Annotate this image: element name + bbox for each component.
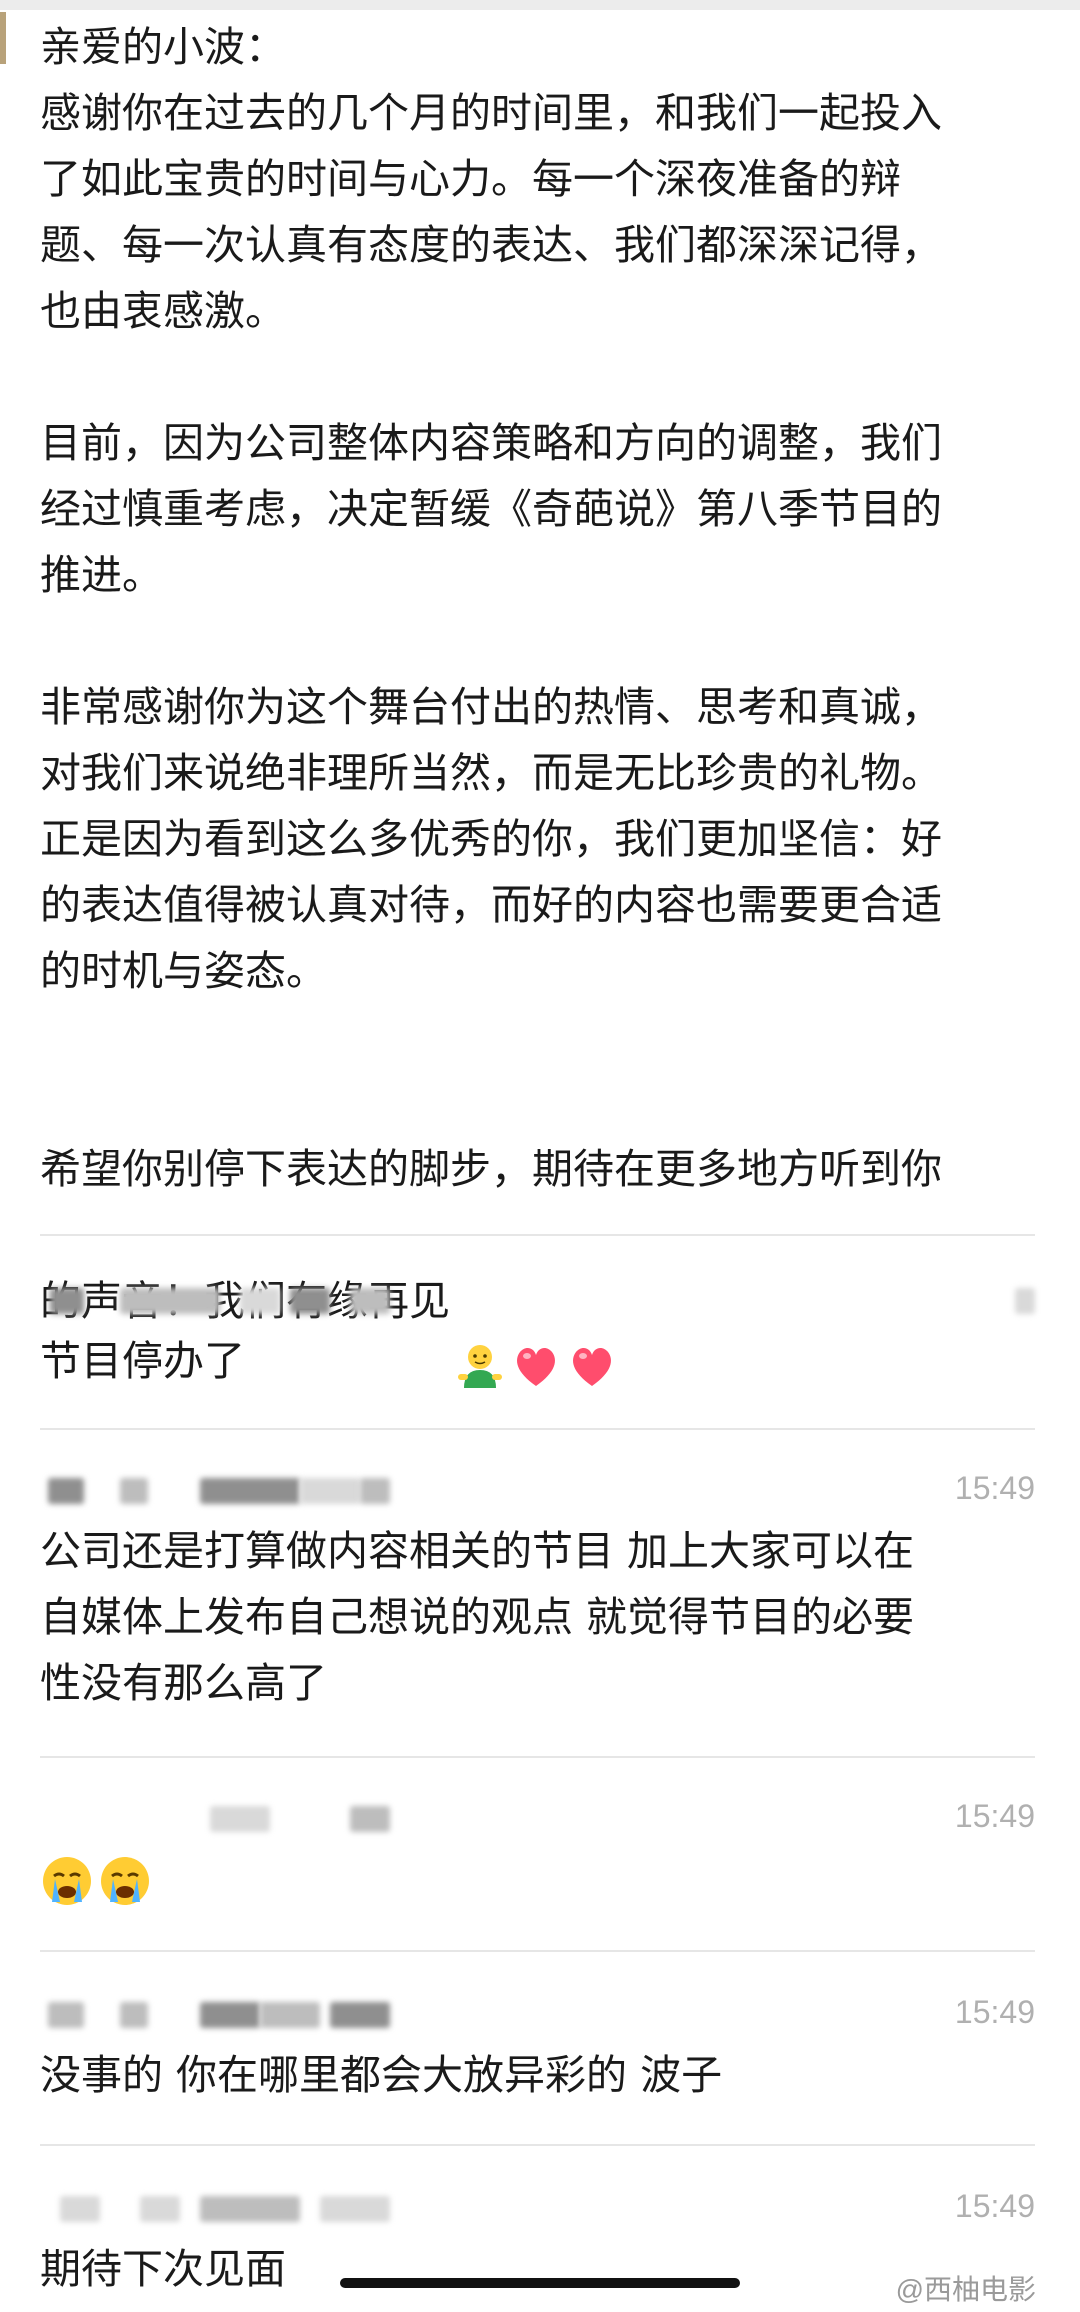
comment-timestamp: 15:49 xyxy=(954,2188,1035,2224)
comment-timestamp: 15:49 xyxy=(954,1798,1035,1834)
redacted-username: 15:49 xyxy=(40,1798,1035,1836)
avatar-edge xyxy=(0,12,6,64)
redacted-username xyxy=(40,1284,1035,1318)
comment-item: 节目停办了 xyxy=(40,1284,1035,1394)
crying-face-icon xyxy=(98,1854,152,1912)
comment-divider xyxy=(40,1756,1035,1758)
top-edge-strip xyxy=(0,0,1080,10)
letter-paragraph-1: 亲爱的小波： 感谢你在过去的几个月的时间里，和我们一起投入 了如此宝贵的时间与心… xyxy=(40,23,942,335)
comment-divider xyxy=(40,1950,1035,1952)
redacted-username: 15:49 xyxy=(40,1994,1035,2032)
closing-line-1: 希望你别停下表达的脚步，期待在更多地方听到你 xyxy=(40,1145,942,1193)
crying-face-icon xyxy=(40,1854,94,1912)
redacted-username: 15:49 xyxy=(40,1470,1035,1508)
comment-timestamp: 15:49 xyxy=(954,1994,1035,2030)
comment-item: 15:49 没事的 你在哪里都会大放异彩的 波子 xyxy=(40,1994,1035,2108)
letter-paragraph-3: 非常感谢你为这个舞台付出的热情、思考和真诚， 对我们来说绝非理所当然，而是无比珍… xyxy=(40,683,942,995)
comment-timestamp: 15:49 xyxy=(954,1470,1035,1506)
letter-paragraph-2: 目前，因为公司整体内容策略和方向的调整，我们 经过慎重考虑，决定暂缓《奇葩说》第… xyxy=(40,419,942,599)
watermark-text: @西柚电影 xyxy=(895,2274,1036,2305)
comment-text: 节目停办了 xyxy=(40,1337,245,1385)
comment-text: 公司还是打算做内容相关的节目 加上大家可以在 自媒体上发布自己想说的观点 就觉得… xyxy=(40,1527,915,1707)
letter-message: 亲爱的小波： 感谢你在过去的几个月的时间里，和我们一起投入 了如此宝贵的时间与心… xyxy=(40,14,1050,1411)
comment-divider xyxy=(40,1428,1035,1430)
comment-text: 期待下次见面 xyxy=(40,2245,286,2293)
comment-item: 15:49 xyxy=(40,1798,1035,1912)
redacted-username: 15:49 xyxy=(40,2188,1035,2226)
comment-emoji-row xyxy=(40,1854,1035,1912)
home-indicator-bar[interactable] xyxy=(340,2278,740,2288)
comment-text: 没事的 你在哪里都会大放异彩的 波子 xyxy=(40,2051,723,2099)
comment-divider xyxy=(40,2144,1035,2146)
comment-item: 15:49 公司还是打算做内容相关的节目 加上大家可以在 自媒体上发布自己想说的… xyxy=(40,1470,1035,1716)
comment-divider xyxy=(40,1234,1035,1236)
